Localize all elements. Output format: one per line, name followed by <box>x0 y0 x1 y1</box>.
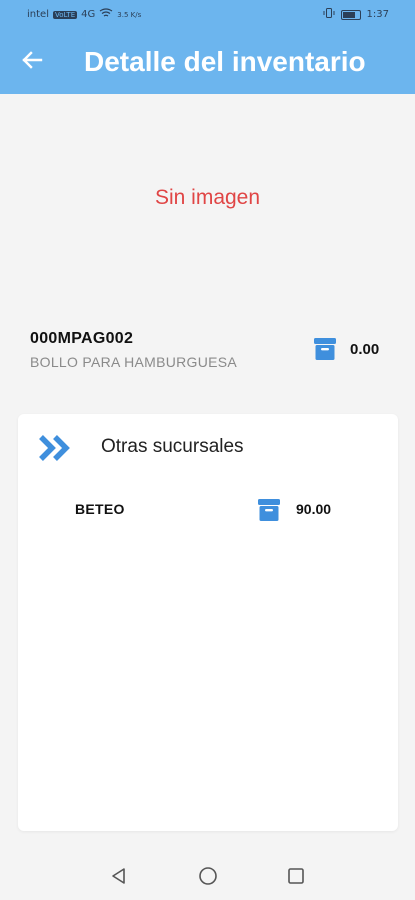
product-quantity: 0.00 <box>350 341 380 358</box>
volte-badge: VoLTE <box>52 10 78 19</box>
product-name: BOLLO PARA HAMBURGUESA <box>30 354 238 370</box>
status-bar: intel VoLTE 4G 3.5 K/s 1:37 <box>0 0 415 30</box>
system-nav-bar <box>0 852 415 900</box>
product-code: 000MPAG002 <box>30 330 134 347</box>
other-branches-card: Otras sucursales BETEO 90.00 <box>18 414 398 831</box>
vibrate-icon <box>323 8 335 21</box>
nav-recents-button[interactable] <box>284 866 308 890</box>
page-title: Detalle del inventario <box>84 46 366 77</box>
other-branches-title: Otras sucursales <box>101 436 244 457</box>
battery-icon <box>340 9 361 20</box>
square-recents-icon <box>287 867 305 889</box>
image-placeholder: Sin imagen <box>154 186 261 209</box>
circle-home-icon <box>198 866 218 890</box>
data-speed: 3.5 K/s <box>117 10 142 19</box>
network-type: 4G <box>81 9 96 20</box>
clock: 1:37 <box>366 9 389 20</box>
archive-box-icon <box>314 337 336 365</box>
product-summary: 000MPAG002 BOLLO PARA HAMBURGUESA 0.00 <box>30 330 390 374</box>
status-bar-left: intel VoLTE 4G 3.5 K/s <box>27 8 141 21</box>
nav-home-button[interactable] <box>196 866 220 890</box>
arrow-left-icon <box>21 49 43 75</box>
archive-box-icon <box>258 498 280 526</box>
back-button[interactable] <box>14 44 50 80</box>
double-chevron-right-icon <box>38 434 72 466</box>
carrier-label: intel <box>27 9 49 20</box>
nav-back-button[interactable] <box>107 866 131 890</box>
app-bar: Detalle del inventario <box>0 30 415 94</box>
status-bar-right: 1:37 <box>323 8 389 21</box>
triangle-back-icon <box>110 867 128 889</box>
branch-row[interactable]: BETEO 90.00 <box>75 496 375 524</box>
branch-quantity: 90.00 <box>296 501 332 517</box>
branch-name: BETEO <box>75 501 125 517</box>
wifi-icon <box>99 8 113 21</box>
